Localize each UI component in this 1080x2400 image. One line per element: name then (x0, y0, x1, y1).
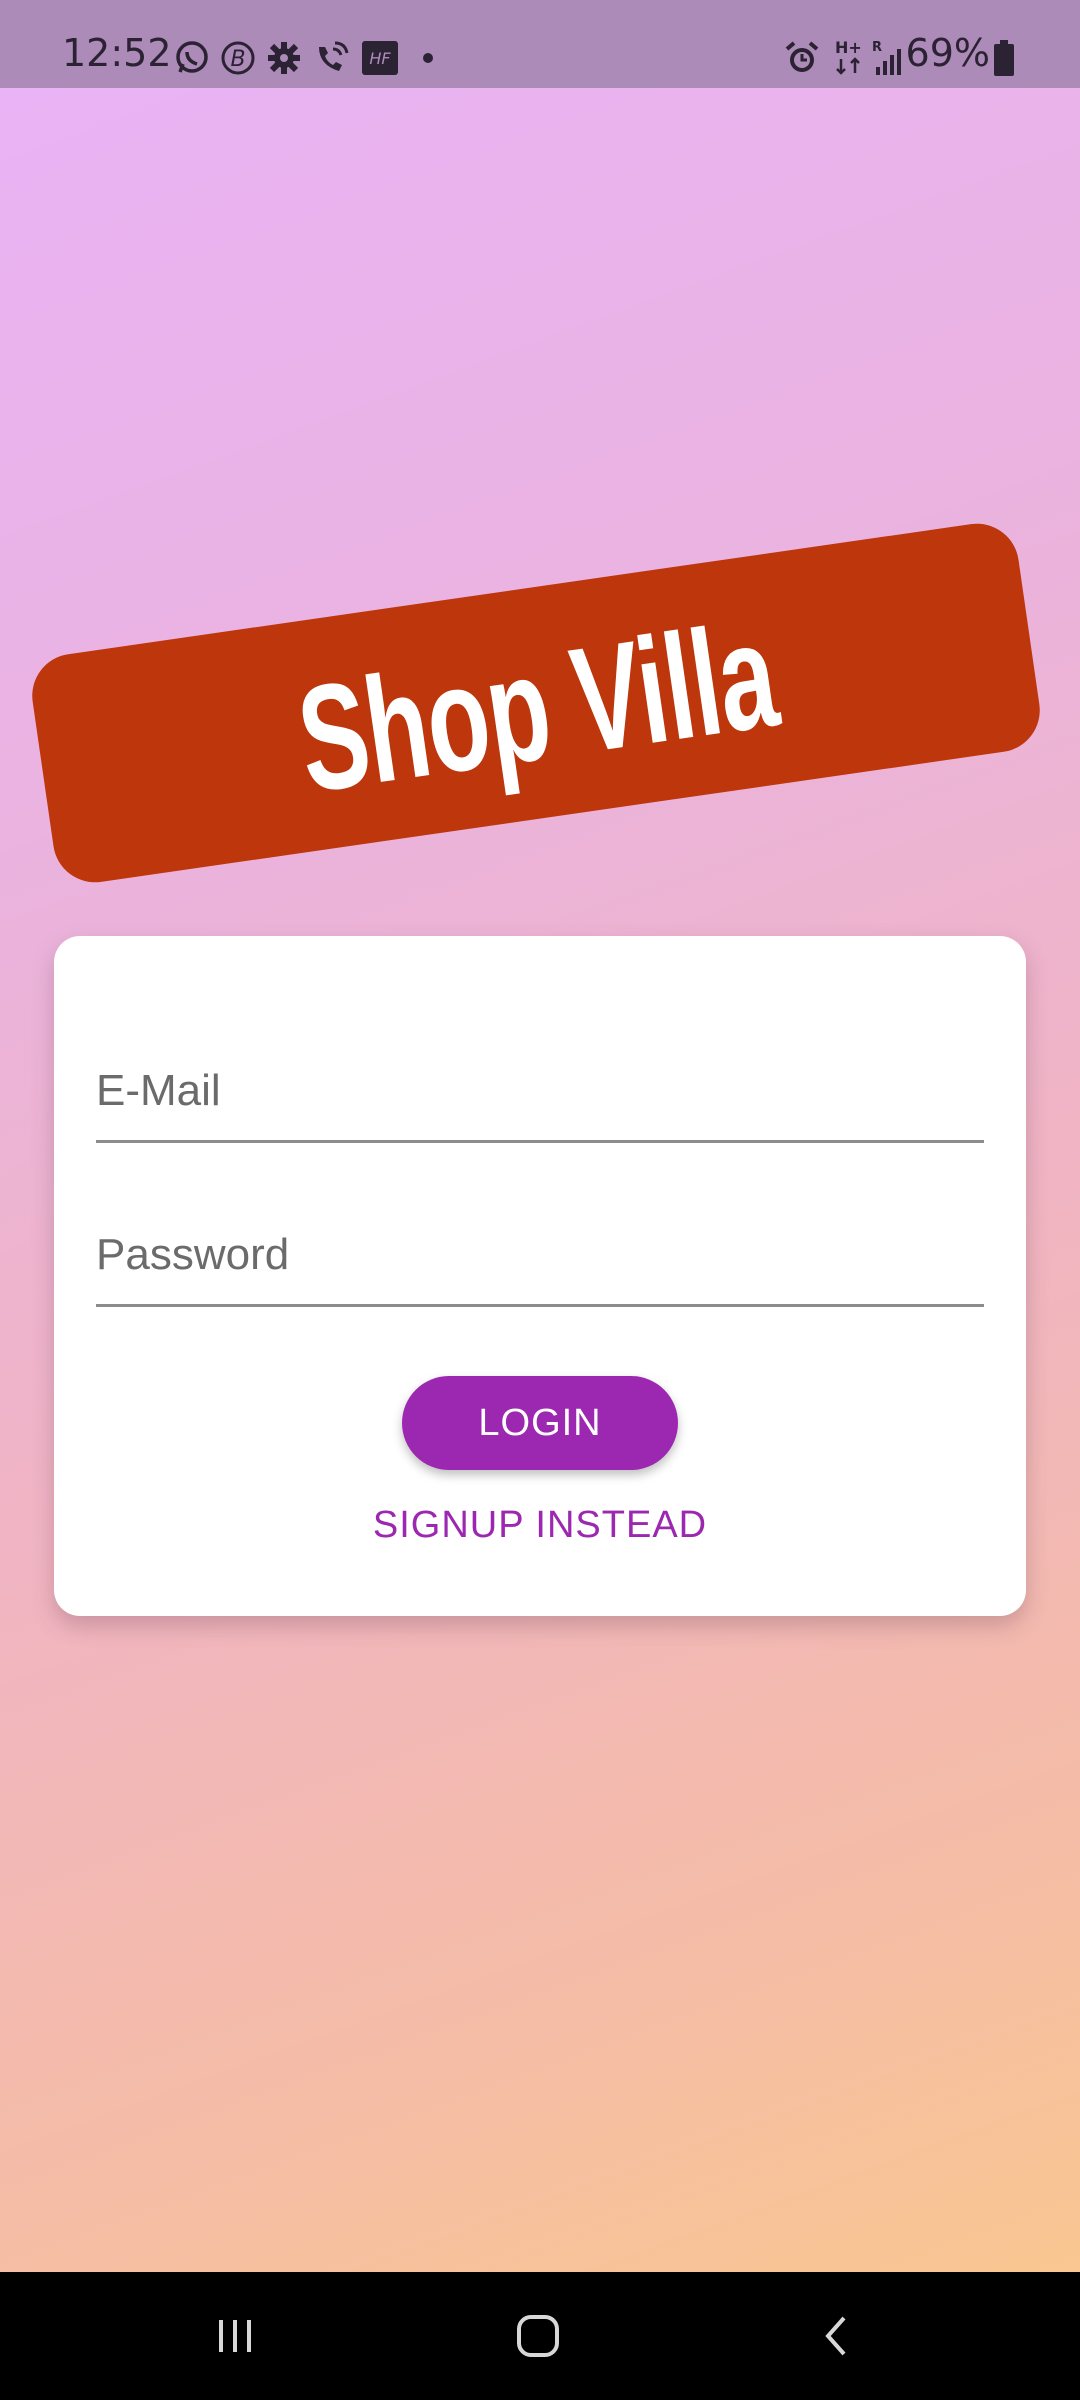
settings-gear-icon (264, 38, 304, 78)
password-field-container (96, 1184, 984, 1307)
b-app-icon: B (218, 38, 258, 78)
battery-icon (990, 38, 1018, 78)
email-field-container (96, 1020, 984, 1143)
navigation-bar (0, 2272, 1080, 2400)
hf-badge-icon: HF (360, 38, 400, 78)
app-logo-title: Shop Villa (288, 589, 785, 825)
recent-apps-icon[interactable] (205, 2306, 265, 2366)
hf-label: HF (369, 49, 391, 68)
notification-dot-icon (408, 38, 448, 78)
whatsapp-icon (172, 38, 212, 78)
status-bar: 12:52 B HF H+ R 69% (0, 0, 1080, 88)
svg-text:B: B (230, 47, 245, 72)
login-card: LOGIN SIGNUP INSTEAD (54, 936, 1026, 1616)
network-h-plus-icon: H+ (830, 38, 870, 78)
login-button[interactable]: LOGIN (402, 1376, 678, 1470)
email-field[interactable] (96, 1066, 984, 1116)
alarm-icon (782, 38, 822, 78)
password-field[interactable] (96, 1230, 984, 1280)
home-icon[interactable] (508, 2306, 568, 2366)
network-label: H+ (835, 39, 862, 57)
logo-banner: Shop Villa (26, 518, 1046, 888)
battery-percent: 69% (905, 31, 990, 75)
status-time: 12:52 (62, 31, 172, 75)
wifi-call-icon (312, 38, 352, 78)
signup-instead-link[interactable]: SIGNUP INSTEAD (54, 1504, 1026, 1547)
back-icon[interactable] (808, 2306, 868, 2366)
signal-bars-icon: R (870, 38, 910, 78)
roaming-label: R (872, 40, 882, 55)
